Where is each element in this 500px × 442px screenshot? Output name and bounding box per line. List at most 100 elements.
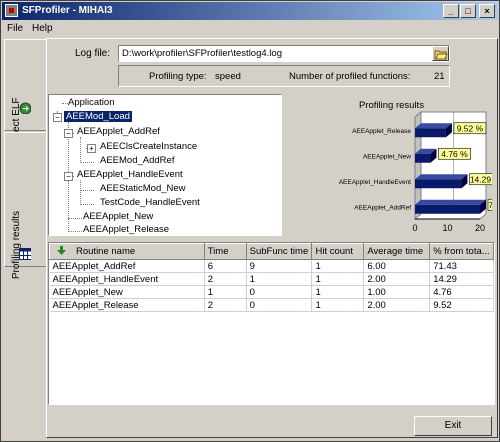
cell-time: 1	[204, 285, 247, 299]
cell-time: 2	[204, 272, 247, 286]
app-window: SFProfiler - MIHAI3 _ □ × File Help Inje…	[0, 0, 500, 442]
profiling-results-panel: Log file: D:\work\profiler\SFProfiler\te…	[46, 38, 498, 438]
profiling-info-box: Profiling type: speed Number of profiled…	[118, 65, 450, 87]
cell-routine: AEEApplet_HandleEvent	[49, 272, 205, 286]
cell-hit-count: 1	[311, 298, 365, 312]
exit-button[interactable]: Exit	[414, 416, 492, 436]
y-category-label: AEEApplet_Release	[352, 128, 411, 135]
bar	[415, 204, 480, 214]
cell-percent-total: 71.43	[429, 259, 494, 273]
call-tree[interactable]: Application − AEEMod_Load − AEEApplet_Ad…	[48, 94, 282, 236]
column-header-time[interactable]: Time	[203, 243, 247, 260]
column-header-hit-count[interactable]: Hit count	[311, 243, 365, 260]
bar	[415, 153, 431, 163]
cell-subfunc-time: 0	[246, 298, 313, 312]
cell-subfunc-time: 1	[246, 272, 313, 286]
tree-item[interactable]: AEEApplet_New	[83, 211, 153, 222]
tree-item[interactable]: AEEMod_AddRef	[100, 155, 174, 166]
tree-item[interactable]: AEEStaticMod_New	[100, 183, 186, 194]
data-label: 4.76 %	[441, 149, 468, 159]
log-file-label: Log file:	[75, 48, 111, 59]
y-category-label: AEEApplet_New	[363, 153, 411, 160]
tab-inject-elf[interactable]: Inject ELF	[4, 39, 46, 143]
tree-collapse-toggle[interactable]: −	[64, 172, 73, 181]
profiling-chart: Profiling results 0 10 20 AEEApplet_Release…	[287, 97, 492, 239]
cell-routine: AEEApplet_AddRef	[49, 259, 205, 273]
column-header-subfunc-time[interactable]: SubFunc time	[245, 243, 313, 260]
cell-routine: AEEApplet_New	[49, 285, 205, 299]
y-category-label: AEEApplet_AddRef	[354, 204, 411, 211]
inject-icon	[19, 102, 31, 114]
window-title: SFProfiler - MIHAI3	[22, 5, 113, 16]
log-file-path: D:\work\profiler\SFProfiler\testlog4.log	[122, 48, 282, 59]
tab-profiling-results[interactable]: Profiling results	[4, 132, 46, 279]
bar-top	[415, 123, 452, 129]
tree-expand-toggle[interactable]: +	[87, 144, 96, 153]
tree-item[interactable]: AEEApplet_AddRef	[77, 126, 160, 137]
results-grid-icon	[19, 248, 31, 260]
cell-time: 2	[204, 298, 247, 312]
num-functions-label: Number of profiled functions:	[289, 71, 411, 82]
tab-profiling-results-label: Profiling results	[11, 210, 22, 280]
data-label: 14.29 %	[470, 174, 492, 184]
tree-collapse-toggle[interactable]: −	[64, 129, 73, 138]
column-header-percent-total[interactable]: % from tota...	[429, 243, 494, 260]
bar-top	[415, 174, 468, 180]
minimize-button[interactable]: _	[443, 4, 459, 18]
data-label: 71.43 %	[488, 200, 492, 210]
tree-item[interactable]: AEEApplet_HandleEvent	[77, 169, 183, 180]
cell-hit-count: 1	[311, 285, 365, 299]
tree-collapse-toggle[interactable]: −	[53, 113, 62, 122]
column-header-average-time[interactable]: Average time	[363, 243, 431, 260]
cell-average-time: 1.00	[363, 285, 431, 299]
cell-average-time: 6.00	[363, 259, 431, 273]
menu-bar: File Help	[2, 21, 498, 37]
title-bar[interactable]: SFProfiler - MIHAI3 _ □ ×	[2, 2, 498, 20]
browse-button[interactable]	[432, 46, 449, 61]
x-tick-label: 0	[412, 223, 417, 233]
cell-hit-count: 1	[311, 259, 365, 273]
bar	[415, 179, 462, 189]
column-header-routine[interactable]: Routine name	[49, 243, 205, 260]
profiling-type-label: Profiling type:	[149, 71, 207, 82]
cell-percent-total: 4.76	[429, 285, 494, 299]
maximize-button[interactable]: □	[460, 4, 476, 18]
folder-open-icon	[434, 50, 448, 60]
bar-top	[415, 199, 486, 205]
close-button[interactable]: ×	[479, 4, 495, 18]
cell-subfunc-time: 0	[246, 285, 313, 299]
cell-hit-count: 1	[311, 272, 365, 286]
num-functions-value: 21	[434, 71, 445, 82]
table-row[interactable]: AEEApplet_New 1 0 1 1.00 4.76	[49, 285, 494, 299]
tree-item-root[interactable]: Application	[68, 97, 114, 108]
tree-item-selected[interactable]: AEEMod_Load	[64, 111, 132, 122]
x-tick-label: 20	[475, 223, 485, 233]
side-tabs: Inject ELF Profiling results	[4, 39, 46, 433]
profiling-type-value: speed	[215, 71, 241, 82]
cell-percent-total: 14.29	[429, 272, 494, 286]
data-label: 9.52 %	[457, 123, 484, 133]
tree-item[interactable]: AEEClsCreateInstance	[100, 141, 197, 152]
chart-plot: 0 10 20 AEEApplet_Release 9.52 % AEEApplet_Ne…	[339, 110, 492, 233]
cell-average-time: 2.00	[363, 298, 431, 312]
app-icon	[5, 4, 18, 17]
menu-help[interactable]: Help	[32, 23, 53, 34]
results-table: Routine name Time SubFunc time Hit count…	[49, 243, 494, 312]
log-file-field[interactable]: D:\work\profiler\SFProfiler\testlog4.log	[118, 45, 450, 62]
table-header-row: Routine name Time SubFunc time Hit count…	[49, 243, 494, 260]
cell-time: 6	[204, 259, 247, 273]
y-category-label: AEEApplet_HandleEvent	[339, 179, 411, 186]
sort-arrow-icon	[57, 246, 66, 255]
table-row[interactable]: AEEApplet_AddRef 6 9 1 6.00 71.43	[49, 259, 494, 273]
tree-item[interactable]: AEEApplet_Release	[83, 224, 169, 235]
cell-subfunc-time: 9	[246, 259, 313, 273]
results-table-frame: Routine name Time SubFunc time Hit count…	[48, 242, 495, 405]
bar	[415, 128, 446, 138]
cell-percent-total: 9.52	[429, 298, 494, 312]
menu-file[interactable]: File	[7, 23, 23, 34]
table-row[interactable]: AEEApplet_HandleEvent 2 1 1 2.00 14.29	[49, 272, 494, 286]
tree-item[interactable]: TestCode_HandleEvent	[100, 197, 200, 208]
cell-routine: AEEApplet_Release	[49, 298, 205, 312]
cell-average-time: 2.00	[363, 272, 431, 286]
table-row[interactable]: AEEApplet_Release 2 0 1 2.00 9.52	[49, 298, 494, 312]
